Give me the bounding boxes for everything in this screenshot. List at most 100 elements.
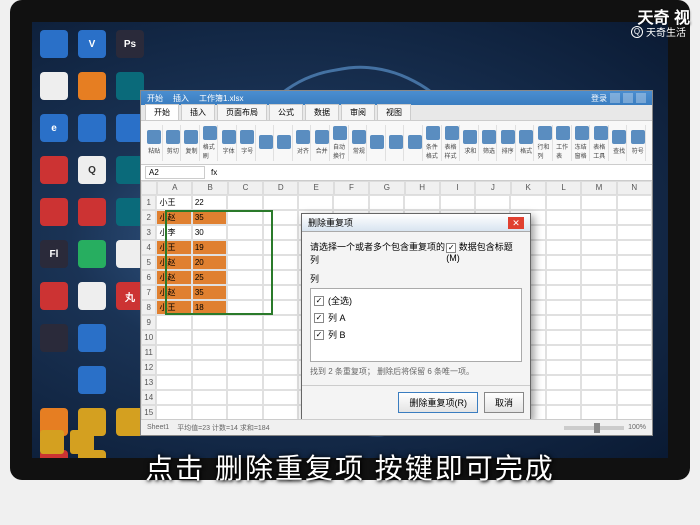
cell[interactable] [263, 360, 298, 375]
cell[interactable] [156, 315, 191, 330]
list-item[interactable]: ✓(全选) [314, 292, 518, 309]
header-checkbox-label[interactable]: ✓ 数据包含标题(M) [446, 240, 522, 266]
cell[interactable] [617, 285, 652, 300]
row-header[interactable]: 4 [141, 240, 156, 255]
column-header[interactable]: L [546, 181, 581, 195]
cell[interactable] [227, 345, 262, 360]
cell[interactable] [581, 405, 616, 419]
cell[interactable] [617, 405, 652, 419]
dialog-close-button[interactable]: ✕ [508, 217, 524, 229]
cell[interactable] [581, 240, 616, 255]
column-header[interactable]: D [263, 181, 298, 195]
ribbon-tab[interactable]: 插入 [181, 104, 215, 120]
desktop-icon[interactable] [78, 240, 106, 268]
ribbon-tab[interactable]: 视图 [377, 104, 411, 120]
cell[interactable]: 30 [192, 225, 227, 240]
ribbon-button[interactable]: 表格样式 [445, 125, 461, 161]
desktop-icon[interactable] [78, 72, 106, 100]
cell[interactable] [263, 300, 298, 315]
cell[interactable]: 22 [192, 195, 227, 210]
cell[interactable] [546, 225, 581, 240]
cell[interactable] [192, 375, 227, 390]
desktop-icon[interactable] [40, 324, 68, 352]
ok-button[interactable]: 删除重复项(R) [398, 392, 478, 413]
ribbon-button[interactable]: 剪切 [166, 125, 182, 161]
column-header[interactable]: F [334, 181, 369, 195]
ribbon-button[interactable]: 工作表 [556, 125, 572, 161]
cell[interactable] [227, 195, 262, 210]
cell[interactable] [617, 390, 652, 405]
cell[interactable] [156, 390, 191, 405]
cell[interactable] [546, 240, 581, 255]
cell[interactable] [546, 360, 581, 375]
cell[interactable] [581, 345, 616, 360]
cell[interactable] [263, 240, 298, 255]
cell[interactable]: 35 [192, 210, 227, 225]
cell[interactable] [581, 195, 616, 210]
cell[interactable] [227, 300, 262, 315]
cell[interactable] [617, 300, 652, 315]
desktop-icon[interactable]: V [78, 30, 106, 58]
ribbon-button[interactable]: 表格工具 [593, 125, 609, 161]
cell[interactable] [263, 330, 298, 345]
cell[interactable] [298, 195, 333, 210]
desktop-icon[interactable]: Q [78, 156, 106, 184]
ribbon-tab[interactable]: 审阅 [341, 104, 375, 120]
ribbon-tab[interactable]: 开始 [145, 104, 179, 120]
cell[interactable] [581, 255, 616, 270]
row-header[interactable]: 15 [141, 405, 156, 419]
desktop-icon[interactable] [78, 282, 106, 310]
row-header[interactable]: 12 [141, 360, 156, 375]
column-header[interactable]: I [440, 181, 475, 195]
cell[interactable] [617, 210, 652, 225]
cell[interactable] [546, 345, 581, 360]
row-header[interactable]: 9 [141, 315, 156, 330]
ribbon-button[interactable]: 筛选 [482, 125, 498, 161]
cell[interactable] [263, 345, 298, 360]
cell[interactable] [617, 240, 652, 255]
ribbon-button[interactable] [259, 125, 275, 161]
cell[interactable] [156, 345, 191, 360]
cell[interactable] [617, 225, 652, 240]
column-header[interactable]: H [405, 181, 440, 195]
cell[interactable] [263, 210, 298, 225]
ribbon-button[interactable]: 行和列 [537, 125, 553, 161]
ribbon-button[interactable] [389, 125, 405, 161]
cell[interactable] [263, 315, 298, 330]
cell[interactable] [227, 375, 262, 390]
ribbon-button[interactable]: 常规 [352, 125, 368, 161]
cell[interactable]: 小李 [156, 225, 191, 240]
cell[interactable] [227, 330, 262, 345]
list-item[interactable]: ✓列 A [314, 309, 518, 326]
column-header[interactable]: J [475, 181, 510, 195]
cell[interactable] [227, 360, 262, 375]
cell[interactable]: 小王 [156, 300, 191, 315]
name-box[interactable]: A2 [145, 166, 205, 179]
cell[interactable]: 小赵 [156, 270, 191, 285]
title-tab[interactable]: 插入 [173, 93, 189, 104]
row-header[interactable]: 6 [141, 270, 156, 285]
ribbon-button[interactable]: 字体 [221, 125, 237, 161]
cell[interactable] [581, 390, 616, 405]
cell[interactable] [546, 405, 581, 419]
cell[interactable] [617, 270, 652, 285]
cell[interactable] [333, 195, 368, 210]
desktop-icon[interactable] [78, 114, 106, 142]
cell[interactable] [546, 315, 581, 330]
cell[interactable] [546, 210, 581, 225]
desktop-icon[interactable] [40, 156, 68, 184]
cell[interactable] [227, 240, 262, 255]
row-header[interactable]: 3 [141, 225, 156, 240]
row-header[interactable]: 2 [141, 210, 156, 225]
ribbon-button[interactable]: 格式 [519, 125, 535, 161]
cell[interactable] [192, 345, 227, 360]
ribbon-button[interactable] [277, 125, 293, 161]
column-header[interactable]: N [617, 181, 652, 195]
cell[interactable] [156, 330, 191, 345]
cell[interactable] [617, 255, 652, 270]
cell[interactable] [192, 315, 227, 330]
ribbon-button[interactable]: 字号 [240, 125, 256, 161]
cell[interactable] [546, 195, 581, 210]
cell[interactable] [227, 315, 262, 330]
close-button[interactable] [636, 93, 646, 103]
